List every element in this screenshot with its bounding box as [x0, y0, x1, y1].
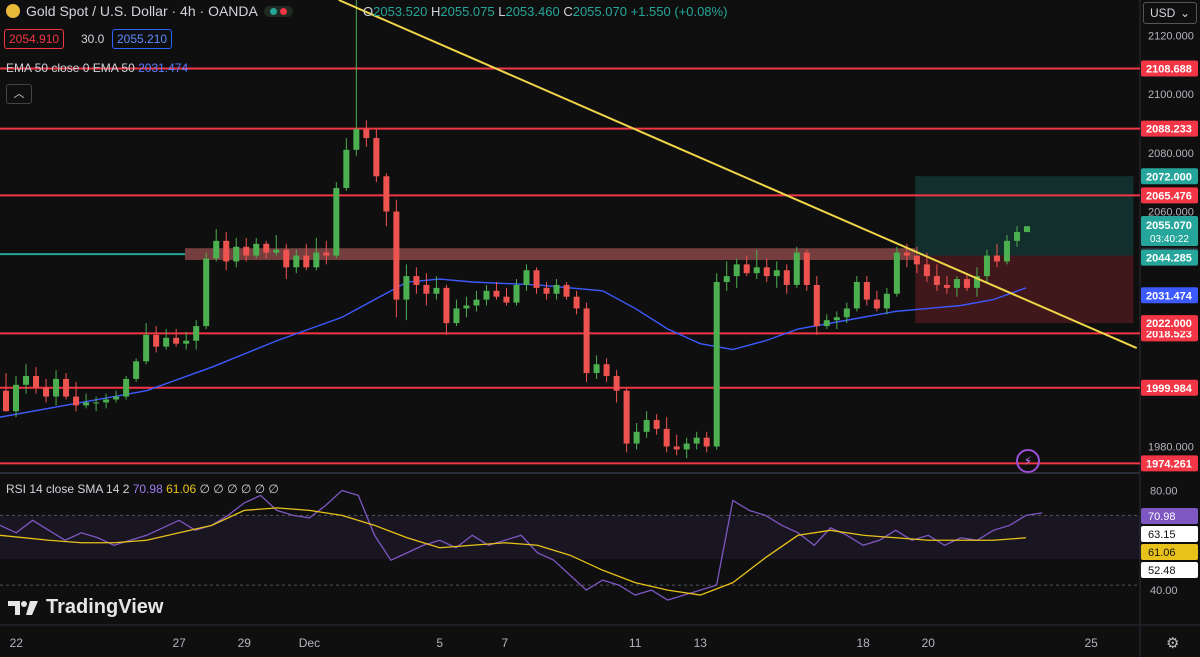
time-tick-1: 27: [172, 636, 186, 650]
ohlc-high-key: H: [430, 4, 441, 19]
candle-58: [583, 302, 590, 382]
spread-value: 30.0: [81, 32, 105, 46]
ohlc-readout: O2053.520 H2055.075 L2053.460 C2055.070 …: [363, 4, 727, 19]
candle-81: [813, 276, 820, 335]
collapse-chevron-up-icon[interactable]: ︿: [6, 84, 32, 104]
ohlc-high: 2055.075: [440, 4, 495, 19]
level-tag-0: 2108.688: [1146, 63, 1192, 75]
rsi-legend[interactable]: RSI 14 close SMA 14 2 70.98 61.06 ∅ ∅ ∅ …: [6, 482, 279, 496]
rsi-value: 70.98: [132, 482, 163, 496]
candle-33: [333, 182, 340, 259]
tradingview-logo-icon: [8, 600, 38, 615]
time-tick-3: Dec: [299, 636, 320, 650]
ohlc-change: +1.550 (+0.08%): [630, 4, 728, 19]
currency-selector[interactable]: USD ⌄: [1143, 2, 1197, 24]
symbol-header[interactable]: Gold Spot / U.S. Dollar · 4h · OANDA: [6, 3, 293, 19]
price-tick-4: 1980.000: [1148, 442, 1194, 454]
rsi-tick-1: 40.00: [1150, 585, 1178, 597]
rsi-tag-1: 63.15: [1148, 529, 1176, 541]
axis-tag-4: 2022.000: [1146, 318, 1192, 330]
symbol-title: Gold Spot / U.S. Dollar · 4h · OANDA: [26, 3, 258, 19]
candle-39: [393, 199, 400, 318]
position-target-zone: [915, 176, 1134, 256]
price-tick-1: 2100.000: [1148, 89, 1194, 101]
rsi-label: RSI 14 close SMA 14 2: [6, 482, 130, 496]
price-chart[interactable]: 2120.0002100.0002080.0002060.0001980.000…: [0, 0, 1200, 657]
rsi-tag-3: 52.48: [1148, 565, 1176, 577]
brand-name: TradingView: [46, 596, 164, 618]
ohlc-low: 2053.460: [505, 4, 560, 19]
symbol-logo-icon: [6, 4, 20, 18]
ema-label: EMA 50 close 0 EMA 50: [6, 61, 135, 75]
currency-label: USD: [1150, 6, 1176, 20]
ema-value: 2031.474: [138, 61, 189, 75]
time-tick-7: 13: [694, 636, 708, 650]
buy-price-button[interactable]: 2055.210: [112, 29, 173, 49]
candle-12: [123, 376, 130, 400]
level-tag-2: 2065.476: [1146, 190, 1192, 202]
candle-102: [1023, 226, 1031, 233]
price-tick-2: 2080.000: [1148, 148, 1194, 160]
candle-13: [133, 358, 140, 382]
market-status-icon[interactable]: [263, 5, 293, 17]
ohlc-close-key: C: [563, 4, 573, 19]
settings-gear-icon[interactable]: ⚙: [1166, 634, 1179, 652]
price-tick-0: 2120.000: [1148, 30, 1194, 42]
tradingview-logo: TradingView: [8, 596, 163, 619]
last-price-tag: 2055.070: [1146, 220, 1192, 232]
level-tag-4: 1999.984: [1146, 383, 1193, 395]
sell-price-button[interactable]: 2054.910: [4, 29, 65, 49]
candle-71: [713, 273, 720, 450]
candle-80: [803, 249, 810, 291]
ohlc-close: 2055.070: [572, 4, 627, 19]
chevron-down-icon: ⌄: [1179, 6, 1190, 20]
rsi-sma-value: 61.06: [166, 482, 197, 496]
countdown-tag: 03:40:22: [1150, 234, 1189, 245]
axis-tag-2: 2044.285: [1146, 253, 1192, 265]
time-tick-5: 7: [502, 636, 509, 650]
ohlc-open: 2053.520: [373, 4, 428, 19]
time-tick-8: 18: [856, 636, 870, 650]
level-tag-1: 2088.233: [1146, 124, 1192, 136]
lightning-icon[interactable]: ⚡: [1016, 449, 1040, 473]
time-tick-6: 11: [629, 636, 642, 650]
time-tick-9: 20: [922, 636, 936, 650]
rsi-tick-0: 80.00: [1150, 485, 1178, 497]
candle-89: [893, 246, 900, 297]
candle-79: [793, 246, 800, 288]
candle-20: [203, 252, 210, 329]
axis-tag-3: 2031.474: [1146, 290, 1193, 302]
time-tick-2: 29: [238, 636, 252, 650]
rsi-tag-2: 61.06: [1148, 547, 1176, 559]
time-tick-0: 22: [10, 636, 24, 650]
time-tick-4: 5: [436, 636, 443, 650]
rsi-band: [0, 515, 1140, 560]
ema-legend[interactable]: EMA 50 close 0 EMA 50 2031.474: [6, 61, 188, 75]
ohlc-open-key: O: [363, 4, 374, 19]
axis-tag-0: 2072.000: [1146, 171, 1192, 183]
level-tag-5: 1974.261: [1146, 458, 1192, 470]
time-tick-10: 25: [1084, 636, 1098, 650]
rsi-extra-values: ∅ ∅ ∅ ∅ ∅ ∅: [199, 482, 279, 496]
candle-62: [623, 387, 630, 453]
rsi-tag-0: 70.98: [1148, 511, 1176, 523]
